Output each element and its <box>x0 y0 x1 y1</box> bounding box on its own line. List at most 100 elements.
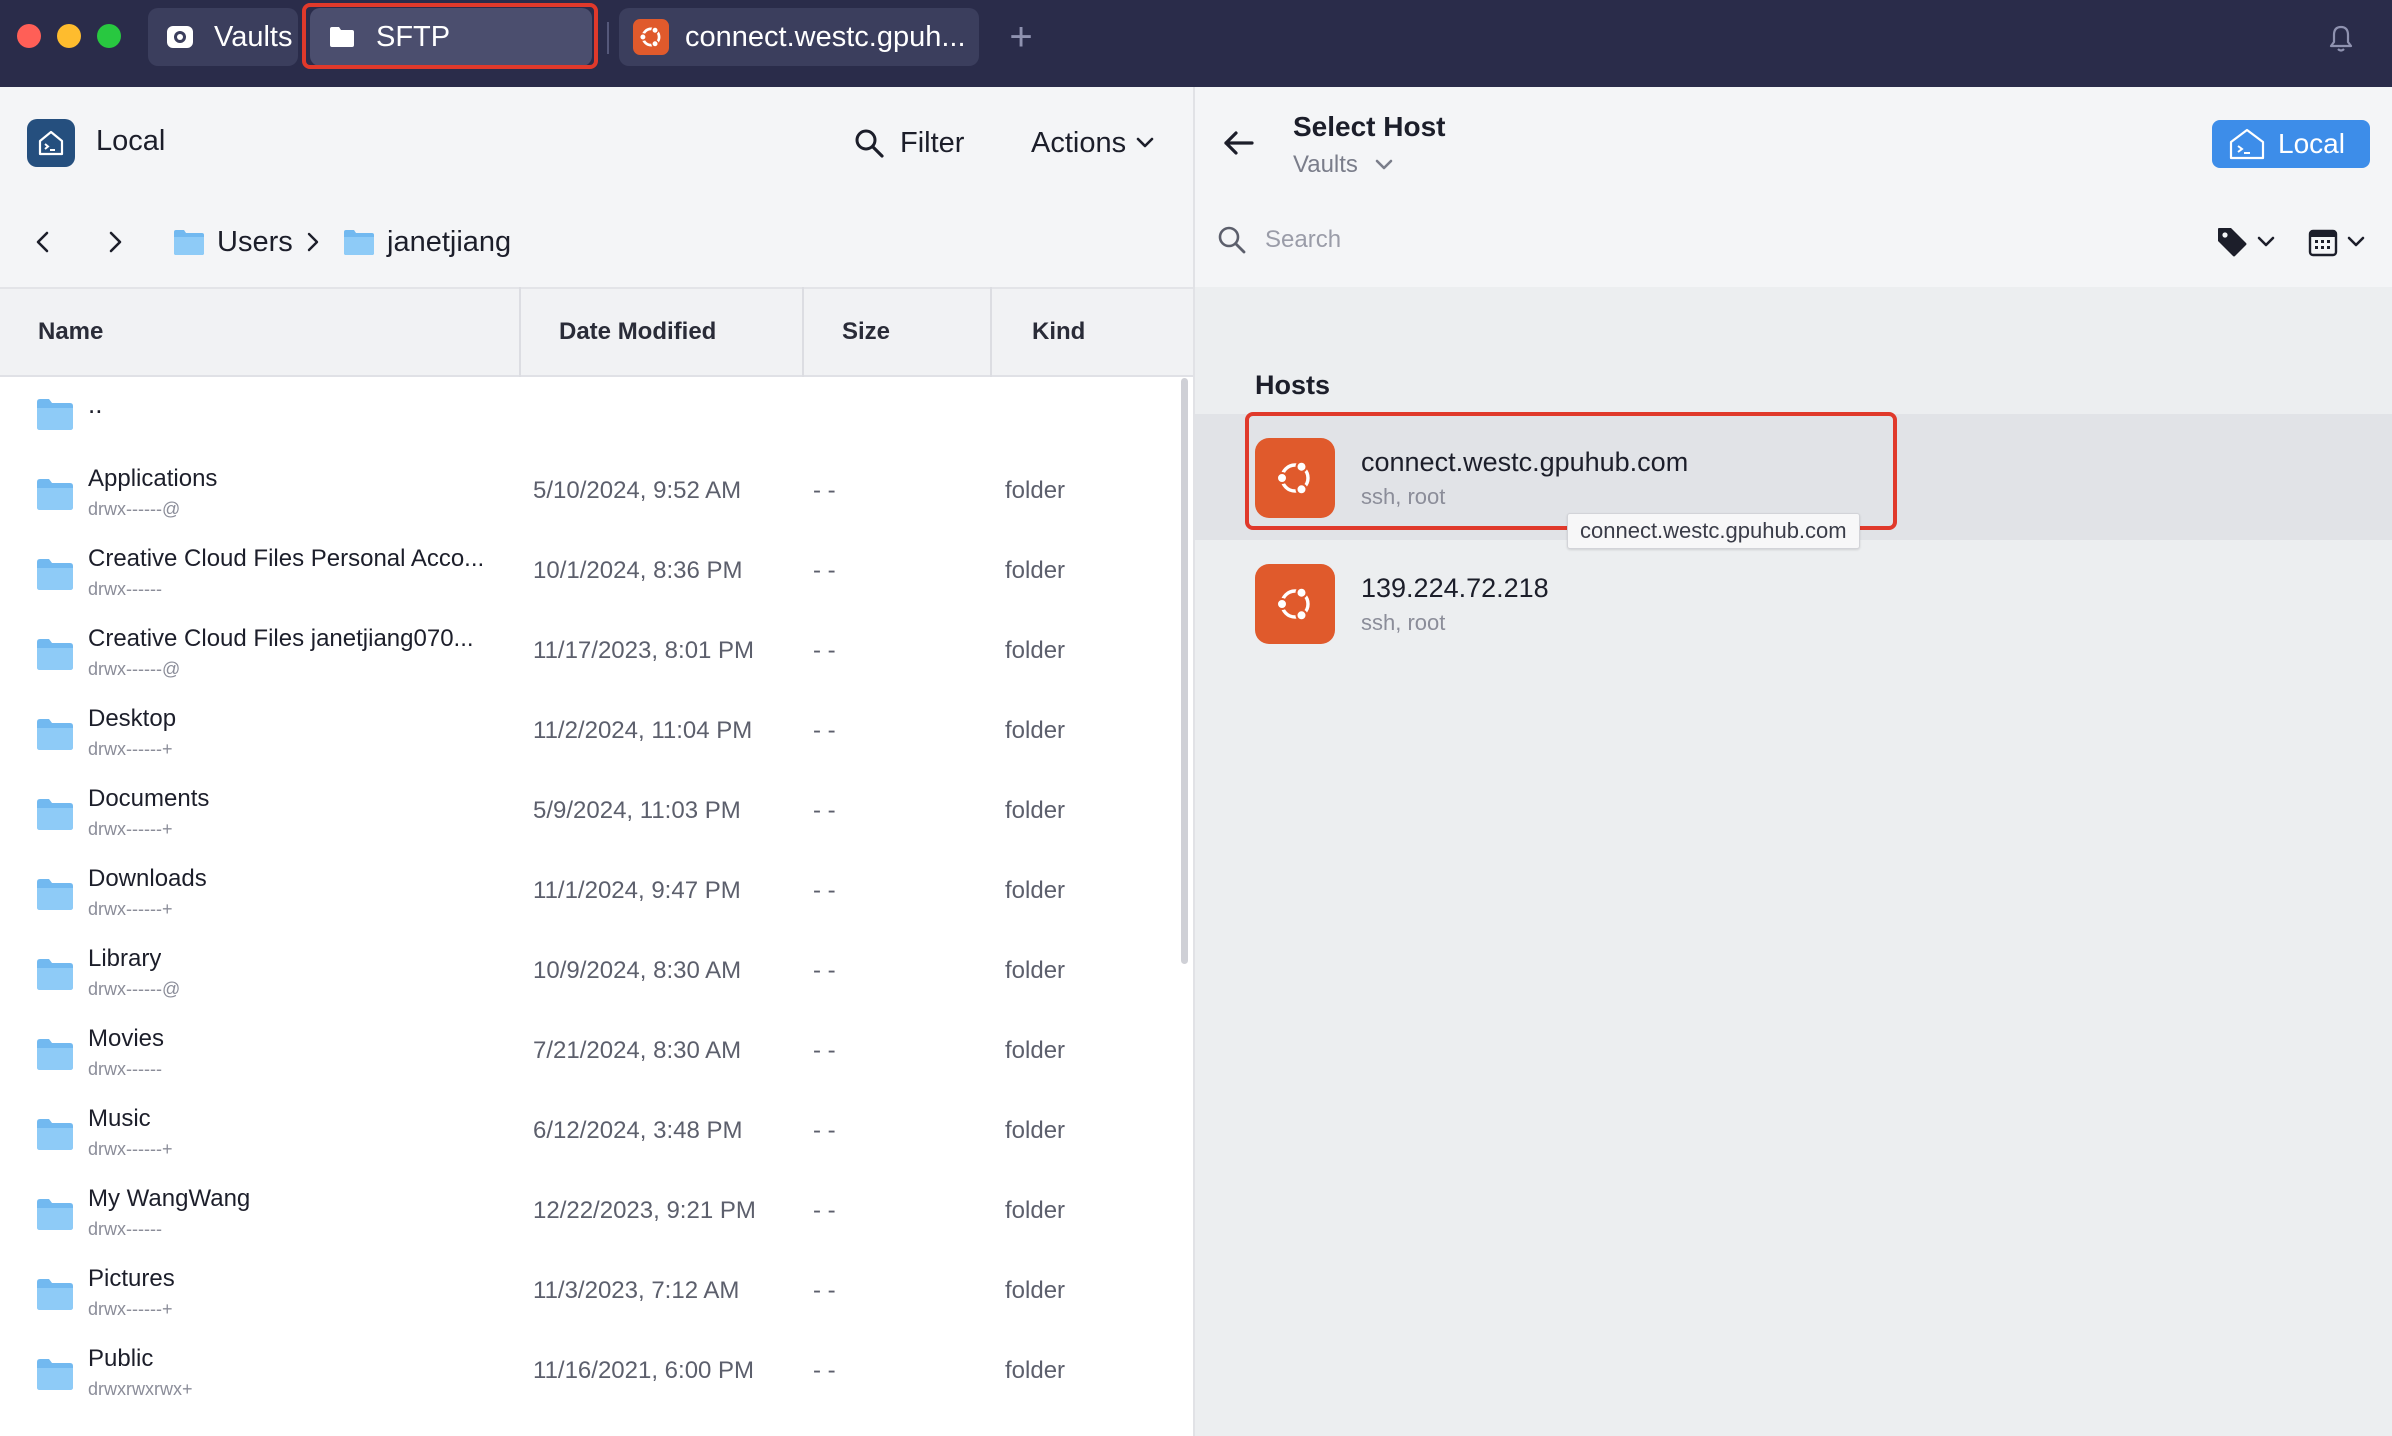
maximize-window-button[interactable] <box>97 24 121 48</box>
terminal-icon <box>27 119 75 167</box>
file-kind: folder <box>1005 717 1066 744</box>
file-row[interactable]: Desktop drwx------+ 11/2/2024, 11:04 PM - -… <box>0 697 1180 777</box>
file-size: - - <box>813 797 836 824</box>
column-header-date[interactable]: Date Modified <box>559 289 716 375</box>
breadcrumb-label: janetjiang <box>387 225 512 258</box>
file-name: Public <box>88 1345 154 1372</box>
column-header-kind[interactable]: Kind <box>1032 289 1085 375</box>
file-row[interactable]: Creative Cloud Files Personal Acco... drw… <box>0 537 1180 617</box>
file-name: Library <box>88 945 162 972</box>
file-row[interactable]: Library drwx------@ 10/9/2024, 8:30 AM - - f… <box>0 937 1180 1017</box>
folder-icon <box>37 639 73 670</box>
file-size: - - <box>813 477 836 504</box>
file-permissions: drwx------+ <box>88 1299 173 1319</box>
folder-icon <box>37 1279 73 1310</box>
file-date-modified: 11/16/2021, 6:00 PM <box>533 1357 755 1384</box>
host-item-139-224-72-218[interactable]: 139.224.72.218 ssh, root <box>1195 540 2392 666</box>
folder-icon <box>37 799 73 830</box>
file-size: - - <box>813 1037 836 1064</box>
host-select-panel: Select Host Vaults Local Hosts connect.w… <box>1195 87 2392 1436</box>
scrollbar[interactable] <box>1181 378 1188 964</box>
page-title: Select Host <box>1293 111 1446 142</box>
column-divider[interactable] <box>519 287 521 377</box>
file-name: Creative Cloud Files janetjiang070... <box>88 625 474 652</box>
file-row[interactable]: Public drwxrwxrwx+ 11/16/2021, 6:00 PM - - f… <box>0 1337 1180 1417</box>
hosts-heading: Hosts <box>1255 370 1331 400</box>
ubuntu-icon <box>1255 564 1335 644</box>
file-date-modified: 7/21/2024, 8:30 AM <box>533 1037 742 1064</box>
file-permissions: drwxrwxrwx+ <box>88 1379 193 1399</box>
local-button-label: Local <box>2278 128 2345 159</box>
file-row[interactable]: Documents drwx------+ 5/9/2024, 11:03 PM - … <box>0 777 1180 857</box>
breadcrumb-users[interactable]: Users <box>173 223 293 261</box>
back-button[interactable] <box>1219 123 1259 163</box>
file-row[interactable]: Applications drwx------@ 5/10/2024, 9:52 A… <box>0 457 1180 537</box>
add-tab-button[interactable]: + <box>1003 17 1039 58</box>
file-kind: folder <box>1005 1277 1066 1304</box>
terminal-icon <box>2229 128 2265 160</box>
file-date-modified: 6/12/2024, 3:48 PM <box>533 1117 743 1144</box>
file-date-modified: 10/9/2024, 8:30 AM <box>533 957 742 984</box>
file-row[interactable]: Pictures drwx------+ 11/3/2023, 7:12 AM - -… <box>0 1257 1180 1337</box>
file-size: - - <box>813 877 836 904</box>
folder-icon <box>37 959 73 990</box>
file-name: Pictures <box>88 1265 175 1292</box>
tab-connect-host[interactable]: connect.westc.gpuh... <box>619 8 979 66</box>
file-size: - - <box>813 1357 836 1384</box>
file-name: My WangWang <box>88 1185 251 1212</box>
filter-button[interactable]: Filter <box>852 123 964 163</box>
ubuntu-icon <box>633 19 669 55</box>
back-nav-button[interactable] <box>28 227 58 257</box>
file-date-modified: 5/10/2024, 9:52 AM <box>533 477 742 504</box>
date-sort-button[interactable] <box>2307 225 2367 259</box>
tag-filter-button[interactable] <box>2215 225 2277 259</box>
file-row[interactable]: My WangWang drwx------ 12/22/2023, 9:21 PM… <box>0 1177 1180 1257</box>
vault-icon <box>162 19 198 55</box>
breadcrumb-janetjiang[interactable]: janetjiang <box>343 223 511 261</box>
actions-label: Actions <box>1031 126 1127 159</box>
file-size: - - <box>813 1197 836 1224</box>
highlight-box <box>302 3 598 69</box>
file-permissions: drwx------ <box>88 579 162 599</box>
parent-directory-label: .. <box>88 389 103 419</box>
forward-nav-button[interactable] <box>100 227 130 257</box>
column-header-name[interactable]: Name <box>38 289 103 375</box>
file-row[interactable]: Downloads drwx------+ 11/1/2024, 9:47 PM - … <box>0 857 1180 937</box>
file-row[interactable]: Movies drwx------ 7/21/2024, 8:30 AM - - fol… <box>0 1017 1180 1097</box>
local-panel-header: Local Filter Actions Users janetjiang <box>0 87 1193 287</box>
filter-label: Filter <box>900 126 965 159</box>
folder-icon <box>37 479 73 510</box>
file-row[interactable]: Music drwx------+ 6/12/2024, 3:48 PM - - fol… <box>0 1097 1180 1177</box>
minimize-window-button[interactable] <box>57 24 81 48</box>
file-permissions: drwx------@ <box>88 499 181 519</box>
folder-icon <box>37 399 73 430</box>
file-date-modified: 11/3/2023, 7:12 AM <box>533 1277 740 1304</box>
close-window-button[interactable] <box>17 24 41 48</box>
chevron-right-icon <box>302 229 324 255</box>
file-kind: folder <box>1005 877 1066 904</box>
search-input[interactable] <box>1265 221 1865 259</box>
local-button[interactable]: Local <box>2212 120 2370 168</box>
file-kind: folder <box>1005 797 1066 824</box>
parent-directory-row[interactable]: .. <box>0 377 1180 457</box>
bell-icon[interactable] <box>2324 22 2358 56</box>
folder-icon <box>37 1119 73 1150</box>
file-date-modified: 11/17/2023, 8:01 PM <box>533 637 755 664</box>
breadcrumb-label: Users <box>217 225 293 258</box>
calendar-icon <box>2308 229 2338 257</box>
file-row[interactable]: Creative Cloud Files janetjiang070... drw… <box>0 617 1180 697</box>
vault-selector[interactable]: Vaults <box>1293 151 1396 179</box>
file-date-modified: 10/1/2024, 8:36 PM <box>533 557 743 584</box>
column-header-size[interactable]: Size <box>842 289 890 375</box>
file-kind: folder <box>1005 477 1066 504</box>
chevron-right-icon <box>109 231 122 253</box>
column-divider[interactable] <box>990 287 992 377</box>
file-size: - - <box>813 557 836 584</box>
folder-icon <box>37 719 73 750</box>
tab-vaults[interactable]: Vaults <box>148 8 298 66</box>
file-name: Downloads <box>88 865 207 892</box>
file-kind: folder <box>1005 557 1066 584</box>
panel-title: Local <box>96 125 166 157</box>
actions-menu-button[interactable]: Actions <box>1031 123 1156 163</box>
column-divider[interactable] <box>802 287 804 377</box>
